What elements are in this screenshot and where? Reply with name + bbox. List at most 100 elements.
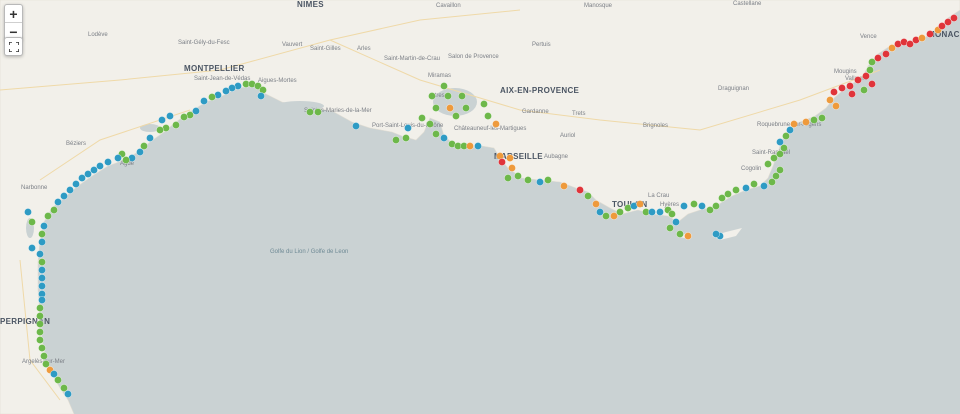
beach-marker[interactable] xyxy=(392,136,400,144)
beach-marker[interactable] xyxy=(432,104,440,112)
beach-marker[interactable] xyxy=(40,352,48,360)
beach-marker[interactable] xyxy=(498,158,506,166)
beach-marker[interactable] xyxy=(60,192,68,200)
beach-marker[interactable] xyxy=(172,121,180,129)
beach-marker[interactable] xyxy=(760,182,768,190)
beach-marker[interactable] xyxy=(514,172,522,180)
beach-marker[interactable] xyxy=(636,200,644,208)
beach-marker[interactable] xyxy=(712,230,720,238)
beach-marker[interactable] xyxy=(352,122,360,130)
beach-marker[interactable] xyxy=(136,148,144,156)
beach-marker[interactable] xyxy=(672,218,680,226)
beach-marker[interactable] xyxy=(826,96,834,104)
beach-marker[interactable] xyxy=(676,230,684,238)
beach-marker[interactable] xyxy=(426,120,434,128)
beach-marker[interactable] xyxy=(146,134,154,142)
beach-marker[interactable] xyxy=(882,50,890,58)
beach-marker[interactable] xyxy=(860,86,868,94)
beach-marker[interactable] xyxy=(36,304,44,312)
beach-marker[interactable] xyxy=(54,376,62,384)
beach-marker[interactable] xyxy=(428,92,436,100)
zoom-in-button[interactable]: + xyxy=(5,5,22,22)
beach-marker[interactable] xyxy=(818,114,826,122)
beach-marker[interactable] xyxy=(802,118,810,126)
beach-marker[interactable] xyxy=(592,200,600,208)
beach-marker[interactable] xyxy=(648,208,656,216)
beach-marker[interactable] xyxy=(484,112,492,120)
beach-marker[interactable] xyxy=(698,202,706,210)
beach-marker[interactable] xyxy=(40,222,48,230)
beach-marker[interactable] xyxy=(576,186,584,194)
beach-marker[interactable] xyxy=(480,100,488,108)
beach-marker[interactable] xyxy=(506,154,514,162)
beach-marker[interactable] xyxy=(36,312,44,320)
beach-marker[interactable] xyxy=(616,208,624,216)
beach-marker[interactable] xyxy=(462,104,470,112)
beach-marker[interactable] xyxy=(28,218,36,226)
beach-marker[interactable] xyxy=(846,82,854,90)
beach-marker[interactable] xyxy=(680,202,688,210)
beach-marker[interactable] xyxy=(602,212,610,220)
beach-marker[interactable] xyxy=(72,180,80,188)
beach-marker[interactable] xyxy=(180,113,188,121)
beach-marker[interactable] xyxy=(166,112,174,120)
beach-marker[interactable] xyxy=(444,92,452,100)
beach-marker[interactable] xyxy=(560,182,568,190)
beach-marker[interactable] xyxy=(544,176,552,184)
beach-marker[interactable] xyxy=(78,174,86,182)
beach-marker[interactable] xyxy=(466,142,474,150)
beach-marker[interactable] xyxy=(524,176,532,184)
beach-marker[interactable] xyxy=(848,90,856,98)
fullscreen-button[interactable] xyxy=(4,37,23,56)
beach-marker[interactable] xyxy=(712,202,720,210)
beach-marker[interactable] xyxy=(38,344,46,352)
beach-marker[interactable] xyxy=(926,30,934,38)
beach-marker[interactable] xyxy=(38,266,46,274)
beach-marker[interactable] xyxy=(208,93,216,101)
beach-marker[interactable] xyxy=(50,206,58,214)
beach-marker[interactable] xyxy=(690,200,698,208)
beach-marker[interactable] xyxy=(38,230,46,238)
beach-marker[interactable] xyxy=(28,244,36,252)
beach-marker[interactable] xyxy=(38,258,46,266)
beach-marker[interactable] xyxy=(656,208,664,216)
beach-marker[interactable] xyxy=(866,66,874,74)
beach-marker[interactable] xyxy=(764,160,772,168)
beach-marker[interactable] xyxy=(64,390,72,398)
beach-marker[interactable] xyxy=(918,34,926,42)
beach-marker[interactable] xyxy=(832,102,840,110)
beach-marker[interactable] xyxy=(854,76,862,84)
beach-marker[interactable] xyxy=(36,328,44,336)
beach-marker[interactable] xyxy=(200,97,208,105)
beach-marker[interactable] xyxy=(257,92,265,100)
beach-marker[interactable] xyxy=(24,208,32,216)
beach-marker[interactable] xyxy=(44,212,52,220)
beach-marker[interactable] xyxy=(536,178,544,186)
beach-marker[interactable] xyxy=(404,124,412,132)
beach-marker[interactable] xyxy=(458,92,466,100)
beach-marker[interactable] xyxy=(114,154,122,162)
beach-marker[interactable] xyxy=(104,158,112,166)
beach-marker[interactable] xyxy=(440,134,448,142)
beach-marker[interactable] xyxy=(750,180,758,188)
beach-marker[interactable] xyxy=(790,120,798,128)
beach-marker[interactable] xyxy=(810,116,818,124)
beach-marker[interactable] xyxy=(38,238,46,246)
beach-marker[interactable] xyxy=(950,14,958,22)
beach-marker[interactable] xyxy=(36,336,44,344)
beach-marker[interactable] xyxy=(66,186,74,194)
beach-marker[interactable] xyxy=(732,186,740,194)
beach-marker[interactable] xyxy=(158,116,166,124)
beach-marker[interactable] xyxy=(440,82,448,90)
beach-marker[interactable] xyxy=(666,224,674,232)
beach-marker[interactable] xyxy=(776,138,784,146)
beach-marker[interactable] xyxy=(868,80,876,88)
beach-marker[interactable] xyxy=(314,108,322,116)
beach-marker[interactable] xyxy=(838,84,846,92)
beach-marker[interactable] xyxy=(474,142,482,150)
beach-marker[interactable] xyxy=(584,192,592,200)
beach-marker[interactable] xyxy=(830,88,838,96)
beach-marker[interactable] xyxy=(54,198,62,206)
beach-marker[interactable] xyxy=(222,87,230,95)
beach-marker[interactable] xyxy=(306,108,314,116)
